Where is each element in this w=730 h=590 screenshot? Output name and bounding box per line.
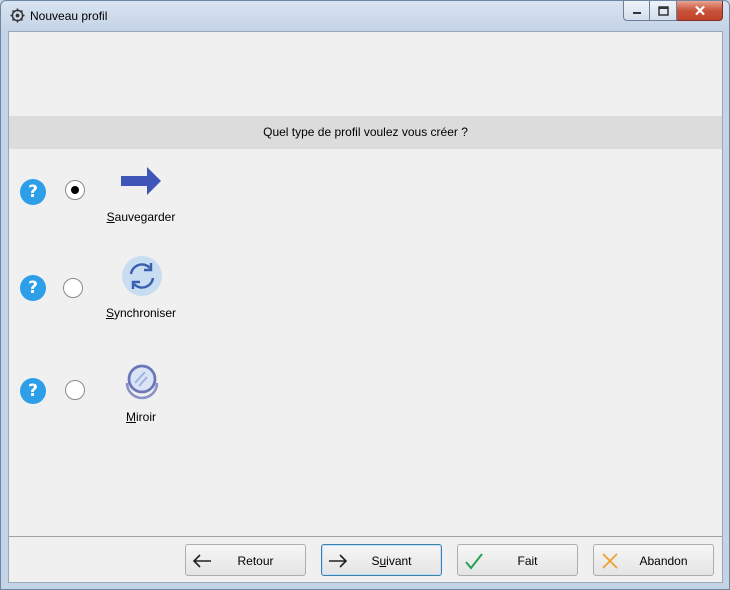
title-bar[interactable]: Nouveau profil [1, 1, 729, 31]
window: Nouveau profil Quel type de profil voule… [0, 0, 730, 590]
arrow-right-icon[interactable] [119, 159, 163, 203]
check-icon [465, 553, 483, 570]
done-button-label: Fait [517, 554, 538, 568]
help-icon-sauvegarder[interactable]: ? [20, 179, 46, 205]
window-controls [623, 1, 723, 21]
close-button[interactable] [677, 1, 723, 21]
minimize-button[interactable] [623, 1, 650, 21]
cancel-button-label: Abandon [639, 554, 688, 568]
option-label-sauvegarder[interactable]: Sauvegarder [96, 210, 186, 224]
close-icon [694, 5, 705, 16]
done-button[interactable]: Fait [457, 544, 578, 576]
footer-separator [9, 536, 722, 537]
option-label-miroir[interactable]: Miroir [96, 410, 186, 424]
radio-miroir[interactable] [65, 380, 85, 400]
cross-icon [602, 553, 618, 569]
minimize-icon [632, 11, 641, 14]
help-icon-synchroniser[interactable]: ? [20, 275, 46, 301]
next-button[interactable]: Suivant [321, 544, 442, 576]
arrow-left-icon [192, 554, 211, 568]
dialog-content: Quel type de profil voulez vous créer ? … [8, 31, 723, 583]
sync-icon[interactable] [120, 254, 164, 298]
window-title: Nouveau profil [30, 9, 108, 23]
radio-sauvegarder[interactable] [65, 180, 85, 200]
back-button-label: Retour [237, 554, 274, 568]
app-gear-icon [10, 8, 25, 23]
help-icon-miroir[interactable]: ? [20, 378, 46, 404]
maximize-button[interactable] [650, 1, 677, 21]
radio-synchroniser[interactable] [63, 278, 83, 298]
mirror-icon[interactable] [120, 359, 164, 403]
next-button-label: Suivant [371, 554, 412, 568]
arrow-right-thin-icon [329, 554, 348, 568]
maximize-icon [657, 5, 669, 16]
question-heading: Quel type de profil voulez vous créer ? [9, 116, 722, 149]
option-label-synchroniser[interactable]: Synchroniser [96, 306, 186, 320]
cancel-button[interactable]: Abandon [593, 544, 714, 576]
back-button[interactable]: Retour [185, 544, 306, 576]
